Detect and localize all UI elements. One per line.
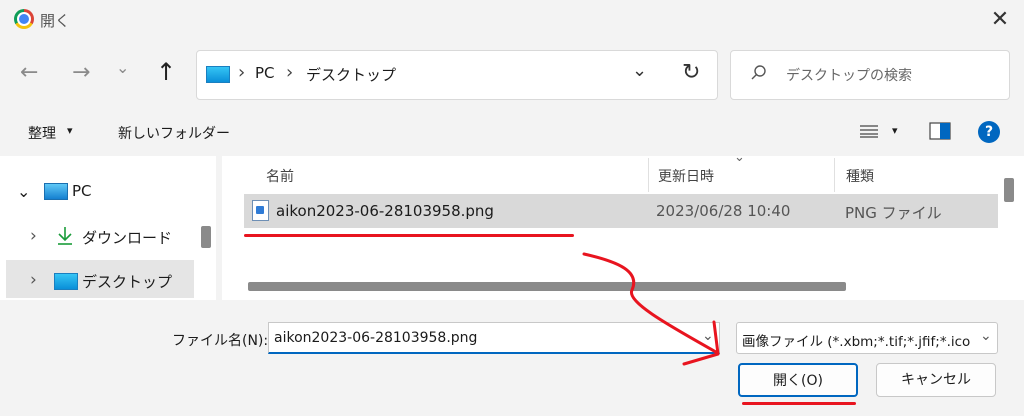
annotation-arrow (582, 252, 720, 366)
